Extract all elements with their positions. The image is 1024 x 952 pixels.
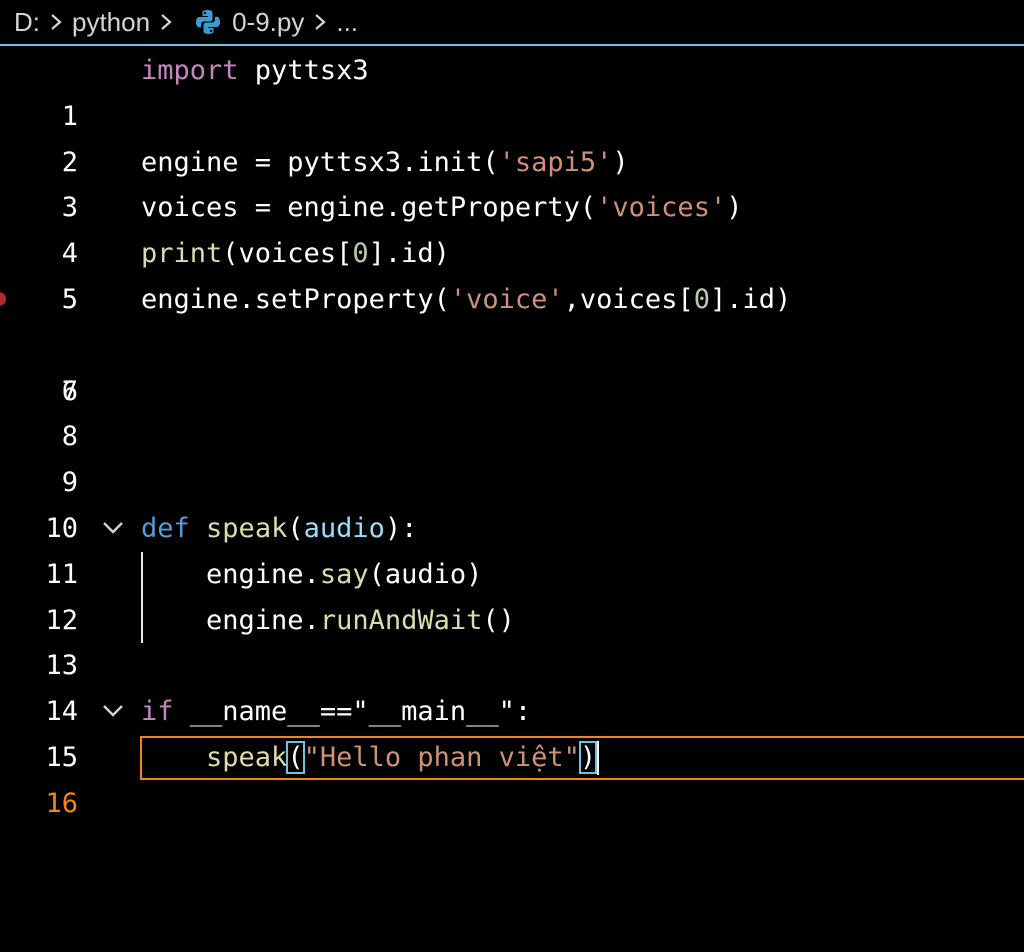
- breadcrumb-drive[interactable]: D:: [14, 7, 40, 38]
- code-line[interactable]: 10: [0, 460, 1024, 544]
- code-line[interactable]: 4 voices = engine.getProperty('voices'): [0, 185, 1024, 269]
- method-name: say: [319, 558, 369, 590]
- fold-chevron-icon[interactable]: [102, 520, 124, 536]
- code-line[interactable]: 9: [0, 414, 1024, 498]
- code-area[interactable]: 1 import pyttsx3 2 3 engine = pyttsx3.in…: [0, 48, 1024, 819]
- line-content[interactable]: if __name__=="__main__":: [141, 689, 531, 735]
- code-line[interactable]: 13 engine.runAndWait(): [0, 598, 1024, 682]
- breadcrumb-file[interactable]: 0-9.py: [232, 7, 304, 38]
- code-token: (audio): [368, 558, 483, 590]
- string-literal: 'voices': [596, 192, 727, 224]
- code-token: engine.setProperty(: [141, 283, 450, 315]
- bracket-match-close: ): [578, 740, 598, 774]
- code-token: ):: [384, 512, 418, 544]
- code-token: ): [612, 146, 629, 178]
- code-token: engine.: [141, 558, 320, 590]
- chevron-right-icon: [51, 14, 62, 30]
- method-name: runAndWait: [319, 604, 483, 636]
- breakpoint-icon[interactable]: [0, 291, 6, 306]
- code-line[interactable]: 5 print(voices[0].id): [0, 231, 1024, 315]
- keyword-import: import: [141, 55, 239, 86]
- breadcrumb-symbol-ellipsis[interactable]: ...: [336, 7, 358, 38]
- line-content[interactable]: engine.say(audio): [141, 552, 482, 598]
- code-token: ].id): [709, 283, 792, 315]
- function-call: speak: [206, 741, 288, 773]
- code-token: (): [482, 604, 515, 636]
- code-token: engine.: [141, 604, 320, 636]
- line-content[interactable]: engine.runAndWait(): [141, 598, 515, 644]
- chevron-right-icon: [161, 14, 172, 30]
- code-line[interactable]: 12 engine.say(audio): [0, 552, 1024, 636]
- string-literal: 'voice': [449, 283, 564, 315]
- code-token: (: [287, 512, 304, 544]
- line-content[interactable]: voices = engine.getProperty('voices'): [141, 185, 742, 231]
- code-token: __name__=="__main__":: [173, 696, 532, 728]
- code-line[interactable]: 1 import pyttsx3: [0, 48, 1024, 132]
- breadcrumb-folder[interactable]: python: [72, 7, 150, 38]
- code-line[interactable]: 11 def speak(audio):: [0, 506, 1024, 590]
- line-content[interactable]: engine = pyttsx3.init('sapi5'): [141, 140, 629, 186]
- code-line[interactable]: 2: [0, 94, 1024, 178]
- code-editor[interactable]: D: python 0-9.py ... 1 import pyttsx3 2 …: [0, 0, 1024, 952]
- code-token: ): [726, 192, 743, 224]
- code-line[interactable]: 3 engine = pyttsx3.init('sapi5'): [0, 140, 1024, 224]
- string-literal: "Hello phan việt": [303, 741, 580, 773]
- line-number-active: 16: [45, 787, 78, 819]
- code-line-active[interactable]: 16 speak("Hello phan việt"): [0, 735, 1024, 819]
- breadcrumb: D: python 0-9.py ...: [0, 0, 1024, 46]
- string-literal: 'sapi5': [498, 146, 613, 178]
- line-content[interactable]: speak("Hello phan việt"): [141, 735, 600, 781]
- code-token: engine = pyttsx3.init(: [141, 146, 499, 178]
- text-cursor: [597, 741, 600, 776]
- keyword-if: if: [141, 696, 174, 728]
- module-name: pyttsx3: [238, 55, 369, 86]
- line-content[interactable]: def speak(audio):: [141, 506, 417, 552]
- keyword-def: def: [141, 512, 190, 544]
- number-literal: 0: [352, 238, 369, 270]
- chevron-right-icon: [315, 14, 327, 30]
- python-file-icon: [196, 10, 221, 34]
- number-literal: 0: [693, 283, 710, 315]
- code-line[interactable]: 14: [0, 643, 1024, 727]
- code-line[interactable]: 7: [0, 323, 1024, 407]
- code-line[interactable]: 8: [0, 369, 1024, 452]
- parameter: audio: [303, 512, 385, 544]
- function-name: speak: [206, 512, 288, 544]
- code-token: voices = engine.getProperty(: [141, 192, 597, 224]
- line-content[interactable]: engine.setProperty('voice',voices[0].id): [141, 277, 791, 323]
- code-token: (voices[: [222, 238, 353, 270]
- builtin-function: print: [141, 238, 223, 270]
- code-token: ,voices[: [563, 283, 694, 315]
- line-content[interactable]: print(voices[0].id): [141, 231, 450, 277]
- line-content[interactable]: import pyttsx3: [141, 48, 369, 94]
- code-line[interactable]: 6 engine.setProperty('voice',voices[0].i…: [0, 277, 1024, 407]
- code-line[interactable]: 15 if __name__=="__main__":: [0, 689, 1024, 773]
- bracket-match-open: (: [286, 740, 305, 774]
- fold-chevron-icon[interactable]: [102, 703, 124, 719]
- code-token: ].id): [368, 238, 450, 270]
